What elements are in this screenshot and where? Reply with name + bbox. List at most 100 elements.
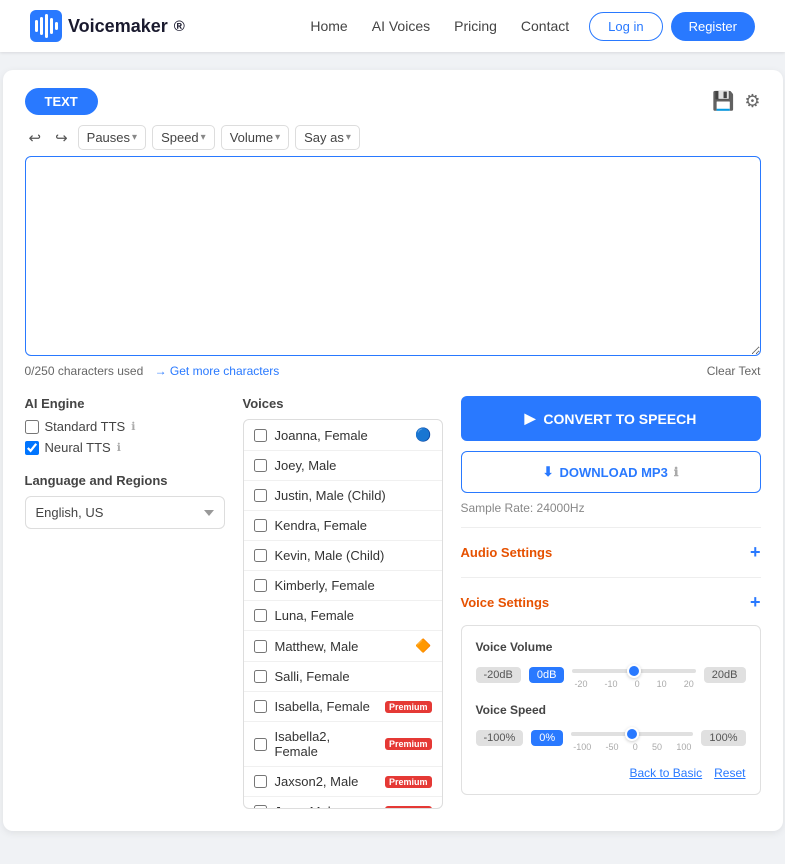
voice-checkbox[interactable] — [254, 738, 267, 751]
save-icon-button[interactable]: 💾 — [712, 91, 734, 112]
say-as-dropdown[interactable]: Say as ▾ — [295, 125, 360, 150]
voice-item[interactable]: Kimberly, Female — [244, 571, 442, 601]
text-tab-button[interactable]: TEXT — [25, 88, 98, 115]
voice-badge-icon: 🔵 — [415, 427, 431, 443]
gear-icon: ⚙ — [744, 91, 760, 111]
text-section-header: TEXT 💾 ⚙ — [25, 88, 761, 115]
voice-checkbox[interactable] — [254, 459, 267, 472]
nav-home[interactable]: Home — [310, 18, 347, 34]
voice-volume-label: Voice Volume — [476, 640, 746, 654]
voice-speed-slider[interactable] — [571, 732, 693, 736]
neural-tts-row: Neural TTS ℹ — [25, 440, 225, 455]
standard-tts-checkbox[interactable] — [25, 420, 39, 434]
audio-settings-section: Audio Settings + — [461, 527, 761, 577]
pauses-dropdown[interactable]: Pauses ▾ — [78, 125, 146, 150]
undo-button[interactable]: ↩ — [25, 127, 46, 149]
settings-footer: Back to Basic Reset — [476, 766, 746, 780]
language-label: Language and Regions — [25, 473, 225, 488]
brand-name: Voicemaker — [68, 16, 168, 37]
voice-item[interactable]: Kendra, Female — [244, 511, 442, 541]
download-label: DOWNLOAD MP3 — [560, 465, 668, 480]
voice-name: Isabella, Female — [275, 699, 377, 714]
voice-checkbox[interactable] — [254, 640, 267, 653]
voice-settings-header[interactable]: Voice Settings + — [461, 588, 761, 617]
download-button[interactable]: ⬇ DOWNLOAD MP3 ℹ — [461, 451, 761, 493]
neural-tts-info-icon: ℹ — [117, 441, 121, 454]
standard-tts-row: Standard TTS ℹ — [25, 419, 225, 434]
voice-checkbox[interactable] — [254, 775, 267, 788]
voice-item[interactable]: Salli, Female — [244, 662, 442, 692]
voice-item[interactable]: Isabella2, Female Premium — [244, 722, 442, 767]
premium-badge: Premium — [385, 776, 432, 788]
main-container: TEXT 💾 ⚙ ↩ ↪ Pauses ▾ Speed ▾ Volume ▾ — [3, 70, 783, 831]
voice-item[interactable]: Kevin, Male (Child) — [244, 541, 442, 571]
premium-badge: Premium — [385, 806, 432, 809]
voice-checkbox[interactable] — [254, 609, 267, 622]
voice-checkbox[interactable] — [254, 549, 267, 562]
voice-item[interactable]: Matthew, Male🔶 — [244, 631, 442, 662]
voice-item[interactable]: Isabella, FemalePremium — [244, 692, 442, 722]
voice-checkbox[interactable] — [254, 489, 267, 502]
download-info-icon: ℹ — [674, 465, 679, 479]
voices-list-wrapper: Joanna, Female🔵Joey, MaleJustin, Male (C… — [243, 419, 443, 809]
voices-panel: Voices Joanna, Female🔵Joey, MaleJustin, … — [243, 396, 443, 809]
register-button[interactable]: Register — [671, 12, 755, 41]
voice-item[interactable]: Jerry, Male Premium — [244, 797, 442, 808]
voice-speed-group: Voice Speed -100% 0% -100 -50 0 50 — [476, 703, 746, 752]
back-to-basic-button[interactable]: Back to Basic — [629, 766, 702, 780]
premium-badge: Premium — [385, 738, 432, 750]
voice-name: Salli, Female — [275, 669, 432, 684]
nav-ai-voices[interactable]: AI Voices — [372, 18, 430, 34]
voices-scroll[interactable]: Joanna, Female🔵Joey, MaleJustin, Male (C… — [244, 420, 442, 808]
voice-item[interactable]: Joanna, Female🔵 — [244, 420, 442, 451]
brand-tm: ® — [174, 18, 185, 35]
voice-speed-track-wrapper: -100 -50 0 50 100 — [571, 723, 693, 752]
speed-dropdown[interactable]: Speed ▾ — [152, 125, 215, 150]
voice-item[interactable]: Luna, Female — [244, 601, 442, 631]
voice-speed-center: 0% — [531, 730, 563, 746]
volume-dropdown[interactable]: Volume ▾ — [221, 125, 289, 150]
voice-checkbox[interactable] — [254, 429, 267, 442]
voice-name: Matthew, Male — [275, 639, 408, 654]
neural-tts-label: Neural TTS — [45, 440, 111, 455]
navbar: Voicemaker ® Home AI Voices Pricing Conta… — [0, 0, 785, 52]
clear-text-button[interactable]: Clear Text — [707, 364, 761, 378]
convert-button[interactable]: ▶ CONVERT TO SPEECH — [461, 396, 761, 441]
redo-button[interactable]: ↪ — [51, 127, 72, 149]
nav-contact[interactable]: Contact — [521, 18, 569, 34]
audio-settings-expand-icon: + — [750, 542, 761, 563]
neural-tts-checkbox[interactable] — [25, 441, 39, 455]
say-as-caret: ▾ — [346, 132, 351, 143]
char-count: 0/250 characters used — [25, 364, 144, 378]
voice-volume-center: 0dB — [529, 667, 565, 683]
reset-button[interactable]: Reset — [714, 766, 745, 780]
voice-volume-track-wrapper: -20 -10 0 10 20 — [572, 660, 695, 689]
language-select[interactable]: English, US — [25, 496, 225, 529]
voice-volume-min: -20dB — [476, 667, 521, 683]
bottom-section: AI Engine Standard TTS ℹ Neural TTS ℹ La… — [25, 396, 761, 809]
play-icon: ▶ — [525, 410, 536, 427]
login-button[interactable]: Log in — [589, 12, 662, 41]
audio-settings-header[interactable]: Audio Settings + — [461, 538, 761, 567]
brand-logo: Voicemaker ® — [30, 10, 185, 42]
voice-checkbox[interactable] — [254, 700, 267, 713]
voice-checkbox[interactable] — [254, 519, 267, 532]
redo-icon: ↪ — [55, 130, 68, 147]
voice-item[interactable]: Jaxson2, MalePremium — [244, 767, 442, 797]
get-more-link[interactable]: → Get more characters — [155, 364, 280, 378]
voice-volume-slider[interactable] — [572, 669, 695, 673]
text-editor[interactable] — [25, 156, 761, 356]
settings-icon-button[interactable]: ⚙ — [744, 91, 760, 112]
nav-pricing[interactable]: Pricing — [454, 18, 497, 34]
undo-icon: ↩ — [29, 130, 42, 147]
voice-item[interactable]: Joey, Male — [244, 451, 442, 481]
voice-checkbox[interactable] — [254, 579, 267, 592]
save-icon: 💾 — [712, 91, 734, 111]
voice-checkbox[interactable] — [254, 670, 267, 683]
voice-checkbox[interactable] — [254, 805, 267, 808]
speed-label: Speed — [161, 130, 199, 145]
voice-item[interactable]: Justin, Male (Child) — [244, 481, 442, 511]
voice-name: Jerry, Male — [275, 804, 377, 808]
convert-label: CONVERT TO SPEECH — [543, 411, 696, 427]
voice-name: Isabella2, Female — [275, 729, 377, 759]
